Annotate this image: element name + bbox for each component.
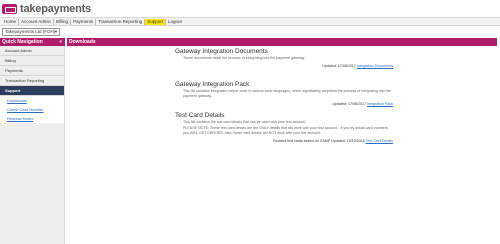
page-title: Downloads: [69, 39, 96, 45]
integration-documents-link[interactable]: Integration Documents: [357, 64, 393, 68]
sidebar-link-check-card-number[interactable]: Check Card Number: [0, 105, 64, 114]
account-select-value: Takepayments Ltd (FOH): [5, 29, 56, 34]
nav-transaction-reporting[interactable]: Transaction Reporting: [96, 18, 146, 25]
sidebar-link-downloads[interactable]: Downloads: [0, 96, 64, 105]
section-updated: Revised test cards based on GSMP Updated…: [175, 139, 393, 144]
downloads-header: Downloads: [67, 38, 497, 46]
sidebar-link-release-notes[interactable]: Release Notes: [0, 114, 64, 123]
quick-navigation-title: Quick Navigation: [2, 39, 43, 45]
section-updated: Updated: 17/08/2017 Integration Pack: [175, 102, 393, 107]
card-logo-icon: [2, 4, 17, 14]
account-row: Takepayments Ltd (FOH) ▼: [0, 27, 500, 37]
section-integration-documents: Gateway Integration Documents These docu…: [175, 48, 393, 69]
nav-home[interactable]: Home: [2, 18, 20, 25]
nav-account-admin[interactable]: Account Admin: [19, 18, 55, 25]
sidebar: Account Admin Billing Payments Transacti…: [0, 46, 65, 244]
section-test-card-details: Test Card Details This file contains the…: [175, 112, 393, 144]
section-description: This file contains the test card details…: [183, 120, 307, 124]
integration-pack-link[interactable]: Integration Pack: [367, 102, 393, 106]
brand-name: takepayments: [20, 3, 91, 15]
sidebar-item-billing[interactable]: Billing: [0, 56, 64, 66]
section-description: These documents detail the process of in…: [183, 56, 306, 60]
updated-text: Updated: 17/08/2017: [332, 102, 367, 106]
top-navigation: Home Account Admin Billing Payments Tran…: [0, 17, 500, 26]
header: takepayments: [0, 0, 500, 17]
nav-logout[interactable]: Logout: [166, 19, 184, 25]
section-updated: Updated: 17/08/2017 Integration Document…: [175, 64, 393, 69]
section-integration-pack: Gateway Integration Pack This file conta…: [175, 81, 393, 107]
quick-navigation-header: Quick Navigation «: [0, 38, 65, 46]
sidebar-item-account-admin[interactable]: Account Admin: [0, 46, 64, 56]
section-description: This file contains integration helper co…: [183, 89, 391, 98]
test-card-details-link[interactable]: Test Card Details: [366, 139, 393, 143]
sidebar-item-payments[interactable]: Payments: [0, 66, 64, 76]
updated-text: Updated: 17/08/2017: [322, 64, 356, 68]
section-note: PLEASE NOTE: These test card details are…: [183, 126, 389, 135]
section-title: Gateway Integration Pack: [175, 81, 250, 88]
account-select[interactable]: Takepayments Ltd (FOH) ▼: [2, 28, 60, 36]
nav-payments[interactable]: Payments: [71, 18, 97, 25]
sidebar-item-transaction-reporting[interactable]: Transaction Reporting: [0, 76, 64, 86]
section-title: Test Card Details: [175, 112, 225, 119]
sidebar-item-support[interactable]: Support: [0, 86, 64, 96]
updated-text: Revised test cards based on GSMP Updated…: [273, 139, 365, 143]
brand-logo[interactable]: takepayments: [2, 3, 91, 15]
collapse-icon[interactable]: «: [59, 38, 62, 46]
nav-support[interactable]: Support: [145, 18, 166, 25]
chevron-down-icon: ▼: [54, 29, 58, 34]
nav-billing[interactable]: Billing: [54, 18, 72, 25]
section-title: Gateway Integration Documents: [175, 48, 268, 55]
